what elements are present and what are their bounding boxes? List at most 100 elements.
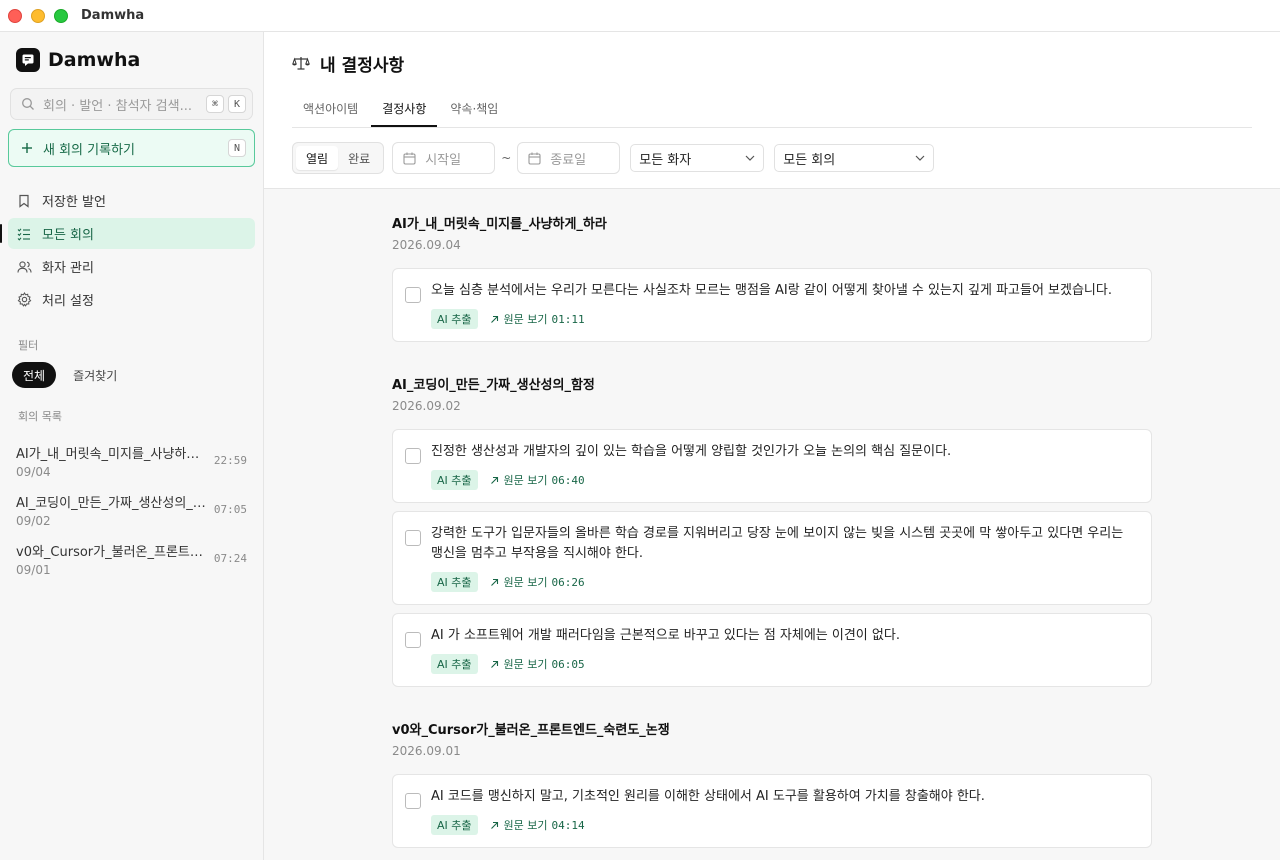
shortcut-k-key: K xyxy=(228,95,246,113)
status-done-button[interactable]: 완료 xyxy=(338,146,380,170)
gear-icon xyxy=(16,292,32,308)
view-source-link[interactable]: 원문 보기 06:40 xyxy=(490,472,585,488)
sidebar-item-label: 화자 관리 xyxy=(42,261,94,276)
app-logo-icon xyxy=(16,48,40,72)
shortcut-cmd-key: ⌘ xyxy=(206,95,224,113)
main-panel: 내 결정사항 액션아이템 결정사항 약속·책임 열림 완료 시작일 ~ 종료일 … xyxy=(264,32,1280,860)
meeting-time: 22:59 xyxy=(213,454,247,467)
new-meeting-shortcut: N xyxy=(228,139,246,157)
group-title: AI_코딩이_만든_가짜_생산성의_함정 xyxy=(392,378,595,393)
arrow-up-right-icon xyxy=(490,578,498,586)
tab-action-items[interactable]: 액션아이템 xyxy=(292,94,369,127)
decision-checkbox[interactable] xyxy=(405,632,421,648)
decision-card: 진정한 생산성과 개발자의 깊이 있는 학습을 어떻게 양립할 것인가가 오늘 … xyxy=(392,429,1152,503)
source-timestamp: 06:26 xyxy=(551,575,585,589)
start-date-placeholder: 시작일 xyxy=(425,152,462,168)
end-date-field[interactable]: 종료일 xyxy=(517,142,621,174)
sidebar-item-all-meetings[interactable]: 모든 회의 xyxy=(0,218,255,249)
page-header: 내 결정사항 액션아이템 결정사항 약속·책임 열림 완료 시작일 ~ 종료일 … xyxy=(264,32,1280,189)
title-bar: Damwha xyxy=(0,0,1280,32)
scale-icon xyxy=(292,55,310,71)
meeting-title: AI가_내_머릿속_미지를_사냥하게_하라 xyxy=(16,446,206,462)
close-window-button[interactable] xyxy=(8,8,22,23)
end-date-placeholder: 종료일 xyxy=(550,152,587,168)
decision-text: 오늘 심층 분석에서는 우리가 모른다는 사실조차 모르는 맹점을 AI랑 같이… xyxy=(431,283,1112,298)
page-title-text: 내 결정사항 xyxy=(320,55,405,76)
decision-checkbox[interactable] xyxy=(405,448,421,464)
meeting-title: v0와_Cursor가_불러온_프론트엔드_숙련도_논쟁 xyxy=(16,544,206,560)
filter-toolbar: 열림 완료 시작일 ~ 종료일 모든 화자 모든 회의 xyxy=(292,128,1252,188)
meeting-list: AI가_내_머릿속_미지를_사냥하게_하라 09/04 22:59 AI_코딩이… xyxy=(8,436,255,583)
start-date-field[interactable]: 시작일 xyxy=(392,142,496,174)
source-timestamp: 06:05 xyxy=(551,657,585,671)
decision-checkbox[interactable] xyxy=(405,530,421,546)
meeting-group: AI가_내_머릿속_미지를_사냥하게_하라 2026.09.04 오늘 심층 분… xyxy=(392,213,1152,342)
filter-section-label: 필터 xyxy=(18,339,39,352)
status-segmented-control: 열림 완료 xyxy=(292,142,385,174)
plus-icon xyxy=(21,142,33,154)
decision-card: AI 가 소프트웨어 개발 패러다임을 근본적으로 바꾸고 있다는 점 자체에는… xyxy=(392,613,1152,687)
decision-text: AI 가 소프트웨어 개발 패러다임을 근본적으로 바꾸고 있다는 점 자체에는… xyxy=(431,628,900,643)
decision-checkbox[interactable] xyxy=(405,793,421,809)
sidebar-item-processing-settings[interactable]: 처리 설정 xyxy=(8,284,255,315)
decision-checkbox[interactable] xyxy=(405,287,421,303)
view-source-link[interactable]: 원문 보기 04:14 xyxy=(490,817,585,833)
view-source-link[interactable]: 원문 보기 06:26 xyxy=(490,574,585,590)
search-input[interactable]: 회의 · 발언 · 참석자 검색... ⌘ K xyxy=(10,88,253,120)
brand: Damwha xyxy=(8,32,255,88)
meeting-select[interactable]: 모든 회의 xyxy=(774,144,935,172)
zoom-window-button[interactable] xyxy=(54,8,68,23)
group-date: 2026.09.02 xyxy=(392,399,461,413)
speaker-select-value: 모든 화자 xyxy=(639,152,692,168)
sidebar: Damwha 회의 · 발언 · 참석자 검색... ⌘ K 새 회의 기록하기… xyxy=(0,32,264,860)
ai-extracted-badge: AI 추출 xyxy=(431,470,478,490)
sidebar-item-speaker-management[interactable]: 화자 관리 xyxy=(8,251,255,282)
sidebar-item-saved-remarks[interactable]: 저장한 발언 xyxy=(8,185,255,216)
calendar-icon xyxy=(528,152,541,165)
meeting-list-item[interactable]: AI_코딩이_만든_가짜_생산성의_함정 09/02 07:05 xyxy=(8,485,255,534)
filter-favorites-chip[interactable]: 즐겨찾기 xyxy=(62,362,128,388)
arrow-up-right-icon xyxy=(490,821,498,829)
group-title: AI가_내_머릿속_미지를_사냥하게_하라 xyxy=(392,217,607,232)
group-date: 2026.09.01 xyxy=(392,744,461,758)
view-source-link[interactable]: 원문 보기 01:11 xyxy=(490,311,585,327)
group-date: 2026.09.04 xyxy=(392,238,461,252)
source-timestamp: 01:11 xyxy=(551,312,585,326)
filter-chips: 전체 즐겨찾기 xyxy=(8,362,255,388)
sidebar-item-label: 처리 설정 xyxy=(42,294,94,309)
source-timestamp: 06:40 xyxy=(551,473,585,487)
view-source-label: 원문 보기 xyxy=(503,313,548,326)
ai-extracted-badge: AI 추출 xyxy=(431,654,478,674)
arrow-up-right-icon xyxy=(490,476,498,484)
tab-commitments[interactable]: 약속·책임 xyxy=(439,94,509,127)
view-source-label: 원문 보기 xyxy=(503,819,548,832)
chevron-down-icon xyxy=(745,155,755,161)
calendar-icon xyxy=(403,152,416,165)
view-source-link[interactable]: 원문 보기 06:05 xyxy=(490,656,585,672)
meeting-group: v0와_Cursor가_불러온_프론트엔드_숙련도_논쟁 2026.09.01 … xyxy=(392,719,1152,848)
view-source-label: 원문 보기 xyxy=(503,474,548,487)
meeting-select-value: 모든 회의 xyxy=(783,152,836,168)
view-source-label: 원문 보기 xyxy=(503,658,548,671)
decision-text: 강력한 도구가 입문자들의 올바른 학습 경로를 지워버리고 당장 눈에 보이지… xyxy=(431,526,1124,561)
date-range-separator: ~ xyxy=(501,151,512,165)
view-source-label: 원문 보기 xyxy=(503,576,548,589)
decision-card: 오늘 심층 분석에서는 우리가 모른다는 사실조차 모르는 맹점을 AI랑 같이… xyxy=(392,268,1152,342)
speaker-select[interactable]: 모든 화자 xyxy=(630,144,765,172)
meeting-list-item[interactable]: v0와_Cursor가_불러온_프론트엔드_숙련도_논쟁 09/01 07:24 xyxy=(8,534,255,583)
meeting-date: 09/04 xyxy=(16,464,51,479)
meeting-list-item[interactable]: AI가_내_머릿속_미지를_사냥하게_하라 09/04 22:59 xyxy=(8,436,255,485)
new-meeting-button[interactable]: 새 회의 기록하기 N xyxy=(8,129,255,167)
arrow-up-right-icon xyxy=(490,660,498,668)
decision-text: AI 코드를 맹신하지 말고, 기초적인 원리를 이해한 상태에서 AI 도구를… xyxy=(431,789,985,804)
arrow-up-right-icon xyxy=(490,315,498,323)
tab-decisions[interactable]: 결정사항 xyxy=(371,94,438,127)
minimize-window-button[interactable] xyxy=(31,8,45,23)
brand-name: Damwha xyxy=(48,49,141,71)
meeting-group: AI_코딩이_만든_가짜_생산성의_함정 2026.09.02 진정한 생산성과… xyxy=(392,374,1152,687)
chevron-down-icon xyxy=(915,155,925,161)
filter-all-chip[interactable]: 전체 xyxy=(12,362,57,388)
status-open-button[interactable]: 열림 xyxy=(296,146,339,170)
ai-extracted-badge: AI 추출 xyxy=(431,815,478,835)
source-timestamp: 04:14 xyxy=(551,818,585,832)
